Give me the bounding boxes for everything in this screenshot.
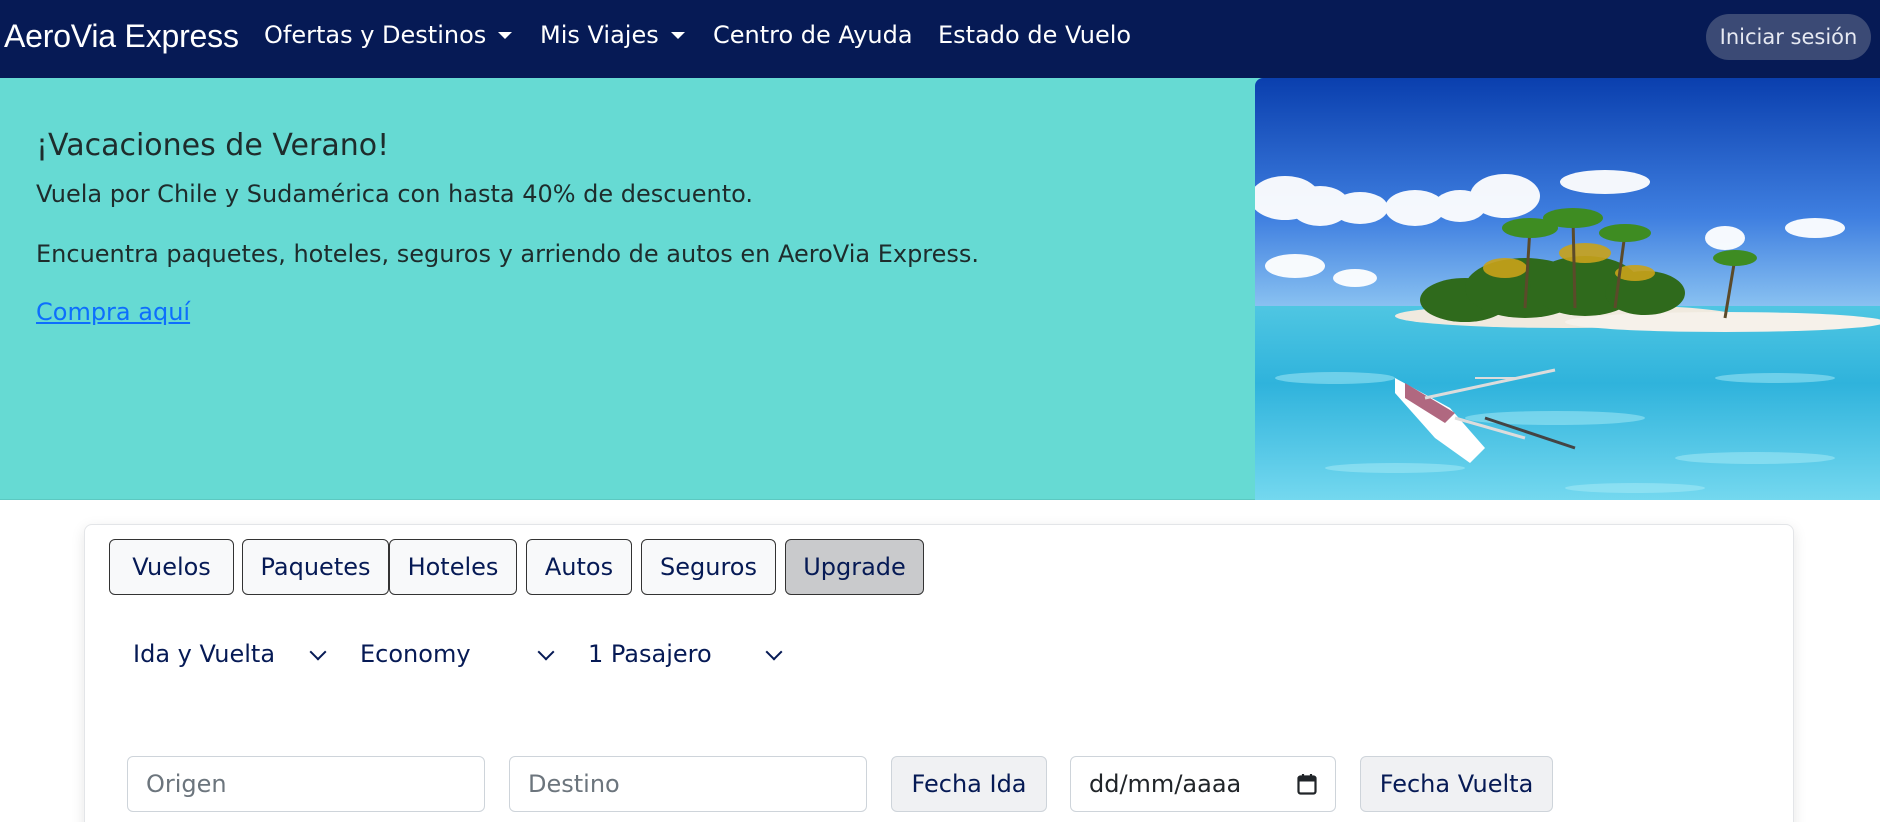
hero-description: Encuentra paquetes, hoteles, seguros y a… [36,240,980,268]
passengers-value: 1 Pasajero [588,640,712,668]
hero-title: ¡Vacaciones de Verano! [36,128,390,163]
hero-subtitle: Vuela por Chile y Sudamérica con hasta 4… [36,180,753,208]
search-card: Vuelos Paquetes Hoteles Autos Seguros Up… [84,524,1794,822]
cabin-value: Economy [360,640,471,668]
destination-input[interactable]: Destino [509,756,867,812]
chevron-down-icon [670,32,685,39]
nav-item-label: Mis Viajes [540,21,659,49]
nav-item-label: Estado de Vuelo [938,21,1132,49]
date-placeholder: dd/mm/aaaa [1089,770,1242,798]
nav-item-ofertas[interactable]: Ofertas y Destinos [264,21,513,49]
buy-here-link[interactable]: Compra aquí [36,298,190,326]
trip-type-select[interactable]: Ida y Vuelta [133,629,333,679]
login-button[interactable]: Iniciar sesión [1706,14,1871,60]
passengers-select[interactable]: 1 Pasajero [588,629,788,679]
tab-upgrade[interactable]: Upgrade [785,539,924,595]
top-navbar: AeroVia Express Ofertas y Destinos Mis V… [0,0,1880,78]
chevron-down-icon [498,32,513,39]
nav-item-estado-vuelo[interactable]: Estado de Vuelo [938,21,1131,49]
tab-vuelos[interactable]: Vuelos [109,539,234,595]
tab-autos[interactable]: Autos [526,539,632,595]
calendar-icon[interactable] [1297,773,1317,795]
trip-type-value: Ida y Vuelta [133,640,276,668]
tab-seguros[interactable]: Seguros [641,539,776,595]
nav-item-label: Ofertas y Destinos [264,21,487,49]
nav-item-label: Centro de Ayuda [713,21,913,49]
hero-banner: ¡Vacaciones de Verano! Vuela por Chile y… [0,78,1880,500]
tab-hoteles[interactable]: Hoteles [389,539,517,595]
return-date-label: Fecha Vuelta [1360,756,1553,812]
hero-island-image [1255,78,1880,500]
depart-date-label: Fecha Ida [891,756,1047,812]
chevron-down-icon [765,643,783,661]
chevron-down-icon [309,643,327,661]
tab-paquetes[interactable]: Paquetes [242,539,389,595]
nav-item-centro-ayuda[interactable]: Centro de Ayuda [713,21,913,49]
depart-date-input[interactable]: dd/mm/aaaa [1070,756,1336,812]
cabin-select[interactable]: Economy [360,629,560,679]
brand-logo[interactable]: AeroVia Express [4,18,239,55]
chevron-down-icon [537,643,555,661]
origin-input[interactable]: Origen [127,756,485,812]
nav-item-mis-viajes[interactable]: Mis Viajes [540,21,685,49]
